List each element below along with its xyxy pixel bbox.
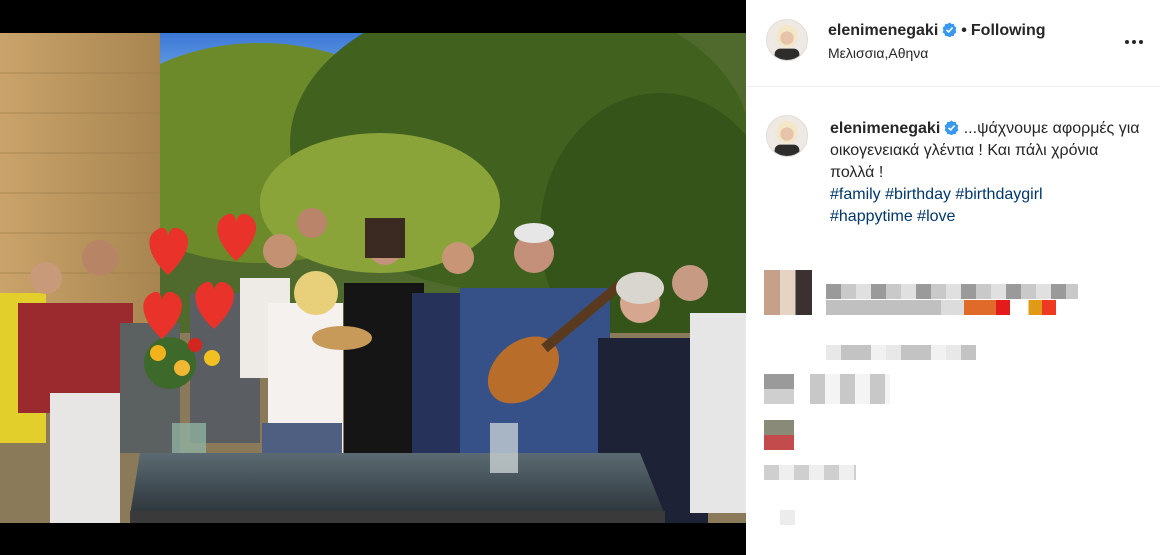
cake — [312, 326, 372, 350]
post-photo[interactable] — [0, 33, 746, 523]
caption-text: elenimenegaki ...ψάχνουμε αφορμές για οι… — [830, 118, 1140, 228]
hashtag-link[interactable]: #birthdaygirl — [955, 186, 1042, 203]
avatar-image — [767, 20, 807, 60]
avatar[interactable] — [766, 19, 808, 61]
comment-text-pixelated — [826, 284, 1078, 299]
avatar-image — [767, 116, 807, 156]
username-link[interactable]: elenimenegaki — [828, 22, 938, 39]
comment-avatar-pixelated — [764, 374, 794, 404]
comment-text-pixelated — [764, 465, 856, 480]
family-photo-illustration — [0, 33, 746, 523]
verified-badge-icon — [942, 22, 957, 37]
comment-text-pixelated — [826, 300, 1056, 315]
post-sidebar: elenimenegaki • Following Μελισσια,Αθηνα e… — [746, 0, 1160, 555]
header-separator: • — [961, 22, 967, 39]
comment-text-pixelated — [780, 510, 795, 525]
location-link[interactable]: Μελισσια,Αθηνα — [828, 45, 928, 61]
header-username-row: elenimenegaki • Following — [828, 22, 1046, 40]
photo-pane — [0, 0, 746, 555]
hashtag-link[interactable]: #love — [917, 208, 955, 225]
more-options-icon[interactable] — [1122, 30, 1146, 54]
hashtag-link[interactable]: #happytime — [830, 208, 913, 225]
post-header: elenimenegaki • Following Μελισσια,Αθηνα — [746, 0, 1160, 87]
hashtag-link[interactable]: #family — [830, 186, 881, 203]
comment-text-pixelated — [810, 374, 890, 404]
comment-text-pixelated — [826, 345, 976, 360]
hashtag-link[interactable]: #birthday — [885, 186, 951, 203]
comment-avatar-pixelated — [764, 270, 812, 315]
caption-username[interactable]: elenimenegaki — [830, 120, 940, 137]
verified-badge-icon — [944, 120, 959, 135]
comment-avatar-pixelated — [764, 420, 794, 450]
caption-avatar[interactable] — [766, 115, 808, 157]
following-button[interactable]: Following — [971, 22, 1046, 39]
